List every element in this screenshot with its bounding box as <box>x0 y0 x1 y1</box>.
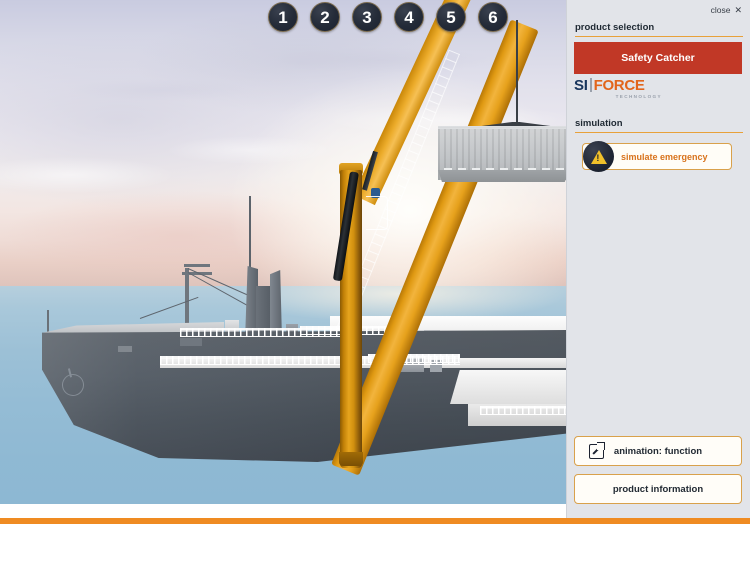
ship-derrick-yard-upper <box>184 264 210 267</box>
siforce-tagline: TECHNOLOGY <box>615 94 662 99</box>
warning-triangle-shape <box>590 149 607 164</box>
simulate-emergency-label: simulate emergency <box>621 151 708 162</box>
warning-triangle-icon <box>583 141 614 172</box>
deck-structure <box>118 346 132 352</box>
rigging-line <box>139 296 199 319</box>
step-button-5[interactable]: 5 <box>436 2 466 32</box>
siforce-si: SI <box>574 77 588 94</box>
animation-function-label: animation: function <box>613 445 703 457</box>
deck-railing <box>480 406 566 415</box>
product-information-label: product information <box>612 483 704 495</box>
animation-viewport[interactable]: 1 2 3 4 5 6 <box>0 0 566 518</box>
bottom-toolbar: SiTEMA Expertise in Safety details i <box>0 524 750 562</box>
rigging-line <box>187 272 252 308</box>
step-button-6[interactable]: 6 <box>478 2 508 32</box>
product-safety-catcher-button[interactable]: Safety Catcher <box>574 42 742 74</box>
container-marking <box>444 168 564 170</box>
step-button-3[interactable]: 3 <box>352 2 382 32</box>
product-information-button[interactable]: product information <box>574 474 742 504</box>
siforce-force: FORCE <box>593 77 645 94</box>
siforce-wordmark: SI FORCE <box>574 78 664 93</box>
step-button-1[interactable]: 1 <box>268 2 298 32</box>
step-button-2[interactable]: 2 <box>310 2 340 32</box>
shipping-container-base <box>438 170 566 182</box>
siforce-divider <box>589 78 592 92</box>
step-button-4[interactable]: 4 <box>394 2 424 32</box>
close-label: close <box>710 5 731 15</box>
siforce-logo[interactable]: SI FORCE TECHNOLOGY <box>574 78 664 102</box>
hoist-cable <box>516 20 518 125</box>
application-root: 1 2 3 4 5 6 close ✕ product selection si… <box>0 0 750 562</box>
section-header-product-selection: product selection <box>575 22 743 37</box>
ship-stern-deck <box>450 370 566 404</box>
crane-bracket <box>366 196 388 230</box>
ship-main-mast <box>249 196 251 274</box>
close-x-icon: ✕ <box>734 4 742 15</box>
external-link-icon <box>589 442 605 459</box>
animation-function-button[interactable]: animation: function <box>574 436 742 466</box>
cargo-ship <box>0 0 566 518</box>
step-navigation: 1 2 3 4 5 6 <box>268 2 508 32</box>
deck-structure <box>180 338 202 346</box>
section-header-simulation: simulation <box>575 118 743 133</box>
crane-column-base <box>339 452 363 466</box>
close-button[interactable]: close ✕ <box>711 5 742 15</box>
